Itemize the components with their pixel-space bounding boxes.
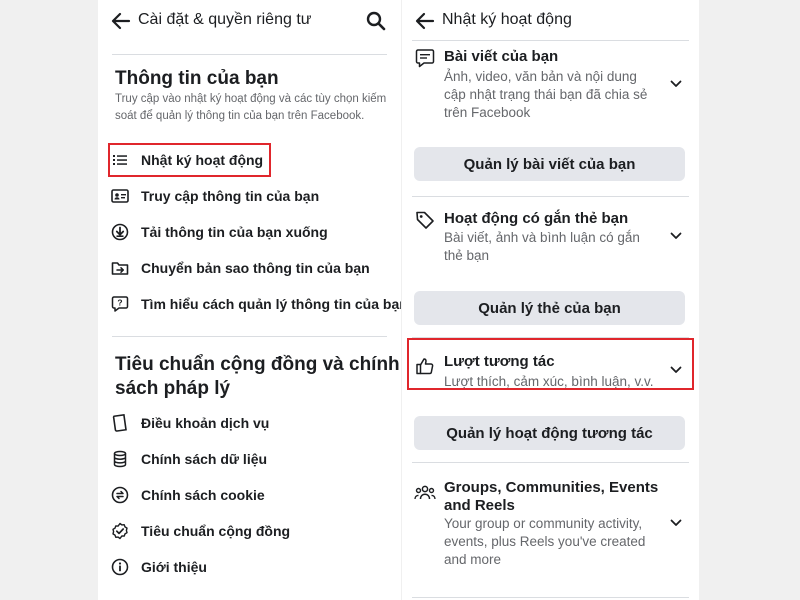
sync-icon — [110, 485, 130, 505]
activity-item-subtitle: events, plus Reels you've created — [444, 534, 646, 549]
activity-item-title: Hoạt động có gắn thẻ bạn — [444, 210, 629, 227]
groups-icon — [414, 482, 436, 504]
page-title: Cài đặt & quyền riêng tư — [138, 11, 312, 28]
activity-item-your-posts[interactable]: Bài viết của bạn Ảnh, video, văn bản và … — [414, 47, 687, 127]
manage-interactions-button[interactable]: Quản lý hoạt động tương tác — [414, 416, 685, 450]
divider — [112, 336, 387, 337]
activity-item-subtitle: cập nhật trạng thái bạn đã chia sẻ — [444, 87, 648, 102]
divider — [112, 54, 387, 55]
manage-posts-button[interactable]: Quản lý bài viết của bạn — [414, 147, 685, 181]
menu-item-terms[interactable]: Điều khoản dịch vụ — [110, 408, 269, 438]
menu-item-label: Chính sách cookie — [141, 487, 265, 503]
help-icon: ? — [110, 294, 130, 314]
menu-item-label: Truy cập thông tin của bạn — [141, 188, 320, 204]
menu-item-label: Điều khoản dịch vụ — [141, 415, 270, 431]
activity-item-subtitle: Ảnh, video, văn bản và nội dung — [444, 69, 637, 84]
menu-item-access-info[interactable]: Truy cập thông tin của bạn — [110, 181, 319, 211]
menu-item-label: Chuyển bản sao thông tin của bạn — [141, 260, 370, 276]
activity-item-title: and Reels — [444, 497, 515, 514]
activity-item-title: Groups, Communities, Events — [444, 479, 659, 496]
chevron-down-icon[interactable] — [669, 363, 683, 377]
section-description: Truy cập vào nhật ký hoạt động và các tù… — [115, 93, 387, 122]
settings-header: Cài đặt & quyền riêng tư — [98, 0, 401, 42]
id-card-icon — [110, 186, 130, 206]
book-icon — [110, 413, 130, 433]
menu-item-label: Nhật ký hoạt động — [141, 152, 264, 168]
divider — [412, 597, 689, 598]
back-arrow-icon[interactable] — [110, 10, 132, 32]
menu-item-learn-manage-info[interactable]: ? Tìm hiểu cách quản lý thông tin của bạ… — [110, 289, 401, 319]
activity-item-subtitle: Lượt thích, cảm xúc, bình luận, v.v. — [444, 374, 654, 389]
activity-item-subtitle: and more — [444, 552, 502, 567]
list-icon — [110, 150, 130, 170]
transfer-folder-icon — [110, 258, 130, 278]
menu-item-label: Giới thiệu — [141, 559, 207, 575]
section-title-community-legal-2: sách pháp lý — [115, 378, 231, 399]
activity-item-subtitle: trên Facebook — [444, 105, 531, 120]
menu-item-label: Tải thông tin của bạn xuống — [141, 224, 328, 240]
activity-item-interactions[interactable]: Lượt tương tác Lượt thích, cảm xúc, bình… — [414, 352, 687, 389]
menu-item-label: Chính sách dữ liệu — [141, 451, 268, 467]
activity-item-title: Bài viết của bạn — [444, 48, 559, 65]
menu-item-download-info[interactable]: Tải thông tin của bạn xuống — [110, 217, 328, 247]
activity-log-header: Nhật ký hoạt động — [402, 0, 699, 42]
settings-panel: Cài đặt & quyền riêng tư Thông tin của b… — [98, 0, 401, 600]
tag-icon — [414, 209, 436, 231]
activity-item-subtitle: thẻ bạn — [444, 248, 490, 263]
thumbs-up-icon — [414, 355, 436, 377]
activity-item-tagged[interactable]: Hoạt động có gắn thẻ bạn Bài viết, ảnh v… — [414, 209, 687, 265]
menu-item-community-standards[interactable]: Tiêu chuẩn cộng đồng — [110, 516, 290, 546]
section-title-community-legal-1: Tiêu chuẩn cộng đồng và chính — [115, 354, 400, 375]
menu-item-cookie-policy[interactable]: Chính sách cookie — [110, 480, 265, 510]
activity-log-panel: Nhật ký hoạt động Bài viết của bạn Ảnh, … — [402, 0, 699, 600]
menu-item-data-policy[interactable]: Chính sách dữ liệu — [110, 444, 267, 474]
download-icon — [110, 222, 130, 242]
activity-item-groups-communities[interactable]: Groups, Communities, Events and Reels Yo… — [414, 478, 687, 570]
menu-item-activity-log[interactable]: Nhật ký hoạt động — [110, 145, 263, 175]
activity-item-title: Lượt tương tác — [444, 353, 555, 370]
menu-item-transfer-info[interactable]: Chuyển bản sao thông tin của bạn — [110, 253, 370, 283]
page-title: Nhật ký hoạt động — [442, 11, 572, 28]
activity-item-subtitle: Bài viết, ảnh và bình luận có gắn — [444, 230, 640, 245]
chevron-down-icon[interactable] — [669, 229, 683, 243]
activity-item-subtitle: Your group or community activity, — [444, 516, 643, 531]
info-icon — [110, 557, 130, 577]
section-title-your-info: Thông tin của bạn — [115, 68, 279, 89]
menu-item-about[interactable]: Giới thiệu — [110, 552, 207, 582]
divider — [412, 196, 689, 197]
chevron-down-icon[interactable] — [669, 516, 683, 530]
menu-item-label: Tìm hiểu cách quản lý thông tin của bạn — [141, 296, 401, 312]
manage-tags-button[interactable]: Quản lý thẻ của bạn — [414, 291, 685, 325]
badge-check-icon — [110, 521, 130, 541]
menu-item-label: Tiêu chuẩn cộng đồng — [141, 523, 291, 539]
search-icon[interactable] — [365, 10, 387, 32]
post-icon — [414, 47, 436, 69]
database-icon — [110, 449, 130, 469]
chevron-down-icon[interactable] — [669, 77, 683, 91]
divider — [412, 462, 689, 463]
back-arrow-icon[interactable] — [414, 10, 436, 32]
svg-text:?: ? — [117, 298, 122, 308]
divider — [412, 40, 689, 41]
